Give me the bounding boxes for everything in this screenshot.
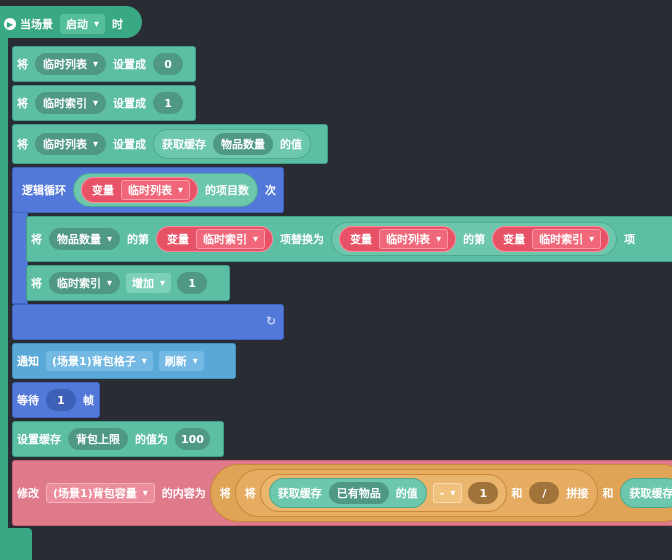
var-dropdown[interactable]: 临时索引 (35, 92, 107, 114)
wait-unit: 帧 (83, 394, 94, 407)
get-cache-label: 获取缓存 (277, 487, 322, 500)
var-dropdown[interactable]: 临时列表 (35, 53, 107, 75)
scene-dropdown[interactable]: 启动 (60, 14, 106, 34)
variable-reporter-index2[interactable]: 变量 临时索引 (492, 226, 610, 252)
loop-label: 逻辑循环 (22, 184, 66, 197)
modify-mid: 的内容为 (161, 487, 206, 500)
item-label: 项 (624, 233, 636, 246)
set-cache-block[interactable]: 设置缓存 背包上限 的值为 100 (12, 421, 224, 457)
var-dropdown[interactable]: 临时列表 (35, 133, 107, 155)
variable-reporter-list[interactable]: 变量 临时列表 (339, 226, 457, 252)
var-label: 变量 (167, 233, 190, 246)
hat-prefix: 当场景 (20, 18, 53, 31)
set-op: 设置成 (113, 58, 147, 71)
value-input[interactable]: 0 (153, 53, 184, 75)
modify-text-block[interactable]: 修改 (场景1)背包容量 的内容为 将 将 获取缓存 已有物品 的值 - 1 和… (12, 460, 672, 526)
get-cache-reporter[interactable]: 获取缓存 已有物品 的值 (268, 478, 427, 508)
set-op: 设置成 (113, 138, 147, 151)
get-cache-reporter[interactable]: 获取缓存 物品数量 的值 (153, 129, 312, 159)
wait-label: 等待 (17, 394, 39, 407)
notify-label: 通知 (17, 355, 39, 368)
cache-mid: 的值为 (135, 433, 168, 446)
var-label: 变量 (350, 233, 373, 246)
set-op: 设置成 (113, 97, 147, 110)
hat-suffix: 时 (112, 18, 124, 31)
replace-label: 项替换为 (280, 233, 325, 246)
nth-label: 的第 (127, 233, 150, 246)
list-length-label: 的项目数 (205, 184, 250, 197)
event-hat-stripe (0, 38, 8, 560)
var-dropdown[interactable]: 临时索引 (532, 229, 602, 249)
var-label: 变量 (503, 233, 526, 246)
change-verb: 将 (31, 277, 42, 290)
loop-arrow-icon: ↻ (266, 314, 277, 328)
cache-key[interactable]: 背包上限 (68, 428, 128, 450)
join-verb: 将 (244, 487, 256, 500)
change-index-block[interactable]: 将 临时索引 增加 1 (26, 265, 230, 301)
event-hat-content: ▶ 当场景 启动 时 (4, 12, 127, 36)
loop-times: 次 (265, 184, 277, 197)
loop-header-content: 逻辑循环 变量 临时列表 的项目数 次 (18, 171, 280, 209)
replace-verb: 将 (31, 233, 42, 246)
var-label: 变量 (92, 184, 114, 197)
math-reporter[interactable]: 获取缓存 已有物品 的值 - 1 (259, 474, 508, 512)
concat-label: 拼接 (566, 487, 589, 500)
target-dropdown[interactable]: (场景1)背包容量 (46, 483, 155, 503)
join-and: 和 (511, 487, 523, 500)
set-verb: 将 (17, 97, 28, 110)
wait-value[interactable]: 1 (46, 389, 76, 411)
join-verb: 将 (219, 487, 231, 500)
get-cache-label: 获取缓存 (162, 138, 207, 151)
value-input[interactable]: 1 (177, 272, 208, 294)
play-icon: ▶ (4, 18, 16, 30)
join-and: 和 (602, 487, 614, 500)
var-dropdown[interactable]: 临时索引 (49, 272, 121, 294)
notify-block[interactable]: 通知 (场景1)背包格子 刷新 (12, 343, 236, 379)
set-verb: 将 (17, 138, 28, 151)
value-input[interactable]: 1 (153, 92, 184, 114)
set-list-from-cache-block[interactable]: 将 临时列表 设置成 获取缓存 物品数量 的值 (12, 124, 328, 164)
op-dropdown[interactable]: 增加 (126, 273, 172, 293)
list-item-reporter[interactable]: 变量 临时列表 的第 变量 临时索引 (331, 222, 618, 256)
list-length-reporter[interactable]: 变量 临时列表 的项目数 (73, 173, 259, 207)
get-cache-reporter-2[interactable]: 获取缓存 (620, 478, 672, 508)
target-dropdown[interactable]: (场景1)背包格子 (46, 351, 153, 371)
var-dropdown[interactable]: 临时列表 (379, 229, 449, 249)
script-end-cap (0, 528, 32, 560)
variable-reporter-index[interactable]: 变量 临时索引 (156, 226, 274, 252)
operator-dropdown[interactable]: - (432, 483, 463, 503)
variable-reporter[interactable]: 变量 临时列表 (81, 177, 199, 203)
cache-key[interactable]: 已有物品 (328, 482, 389, 504)
get-cache-suffix: 的值 (280, 138, 303, 151)
nth-label: 的第 (463, 233, 486, 246)
action-dropdown[interactable]: 刷新 (158, 351, 204, 371)
cache-value[interactable]: 100 (175, 428, 210, 450)
slash-value[interactable]: / (529, 482, 560, 504)
var-dropdown[interactable]: 临时索引 (196, 229, 266, 249)
list-dropdown[interactable]: 物品数量 (49, 228, 121, 250)
modify-label: 修改 (17, 487, 39, 500)
loop-block-footer (12, 304, 284, 340)
set-list-block[interactable]: 将 临时列表 设置成 0 (12, 46, 196, 82)
cache-label: 设置缓存 (17, 433, 61, 446)
get-cache-label: 获取缓存 (629, 487, 672, 500)
join-reporter-inner[interactable]: 将 获取缓存 已有物品 的值 - 1 和 / 拼接 (234, 469, 599, 517)
var-dropdown[interactable]: 临时列表 (121, 180, 191, 200)
set-index-block[interactable]: 将 临时索引 设置成 1 (12, 85, 196, 121)
get-cache-suffix: 的值 (395, 487, 418, 500)
set-verb: 将 (17, 58, 28, 71)
wait-block[interactable]: 等待 1 帧 (12, 382, 100, 418)
cache-key[interactable]: 物品数量 (213, 133, 274, 155)
operand-value[interactable]: 1 (468, 482, 499, 504)
replace-item-block[interactable]: 将 物品数量 的第 变量 临时索引 项替换为 变量 临时列表 的第 变量 临时索… (26, 216, 672, 262)
join-reporter-outer[interactable]: 将 将 获取缓存 已有物品 的值 - 1 和 / 拼接 和 获取缓存 (209, 464, 672, 522)
